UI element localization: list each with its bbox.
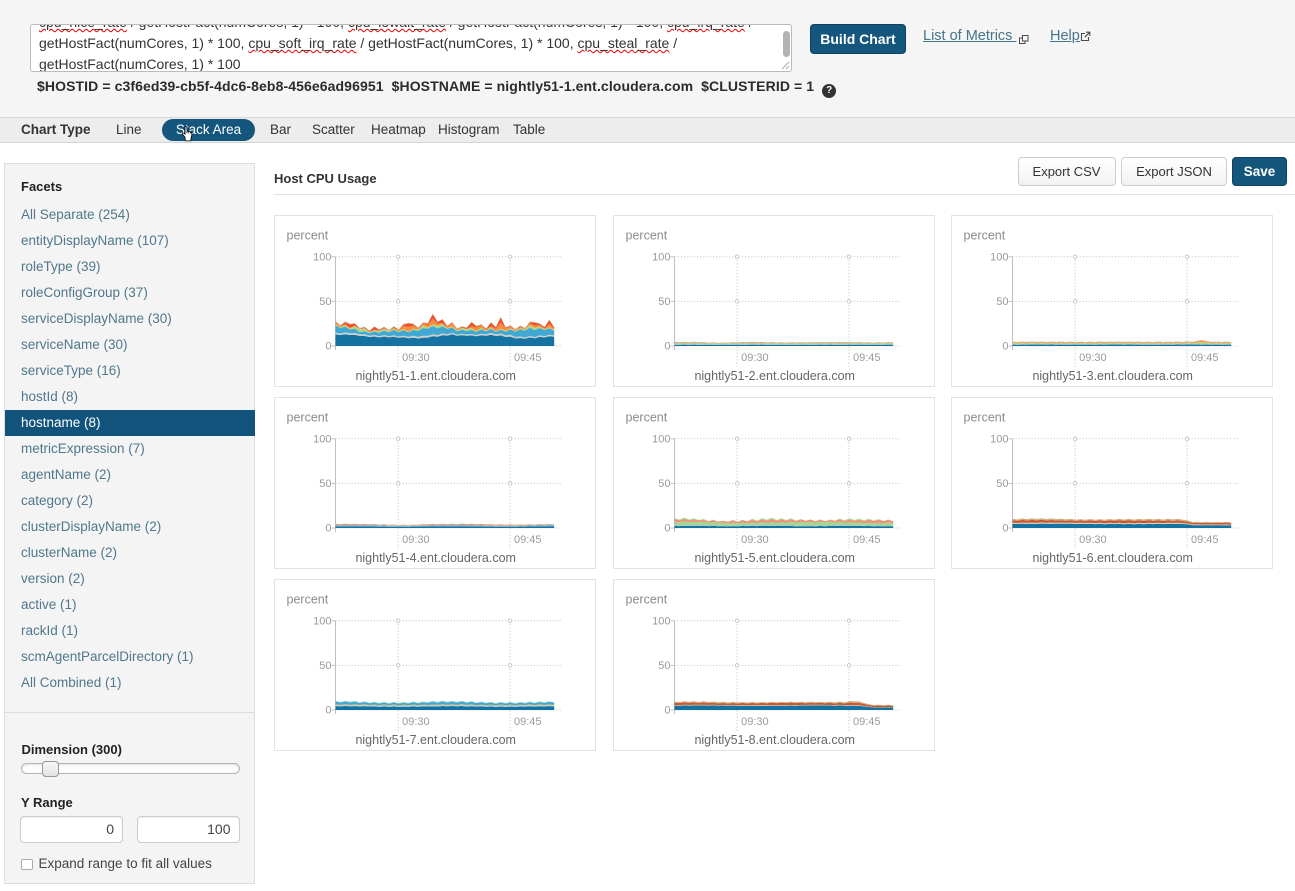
svg-text:100: 100: [652, 433, 670, 445]
svg-text:50: 50: [658, 296, 670, 308]
svg-text:09:30: 09:30: [741, 534, 769, 546]
svg-text:percent: percent: [963, 410, 1005, 424]
svg-text:100: 100: [313, 433, 331, 445]
svg-text:50: 50: [320, 478, 332, 490]
svg-text:percent: percent: [287, 410, 329, 424]
svg-text:09:30: 09:30: [1079, 352, 1107, 364]
svg-text:nightly51-6.ent.cloudera.com: nightly51-6.ent.cloudera.com: [1032, 551, 1193, 565]
svg-text:100: 100: [652, 615, 670, 627]
svg-text:50: 50: [320, 296, 332, 308]
svg-text:50: 50: [658, 478, 670, 490]
svg-text:09:30: 09:30: [1079, 534, 1107, 546]
svg-text:percent: percent: [625, 410, 667, 424]
svg-text:0: 0: [664, 341, 670, 353]
svg-text:09:45: 09:45: [1191, 534, 1219, 546]
svg-text:09:30: 09:30: [741, 715, 769, 727]
svg-text:09:45: 09:45: [1191, 352, 1219, 364]
svg-text:100: 100: [313, 251, 331, 263]
svg-text:0: 0: [1002, 522, 1008, 534]
svg-text:nightly51-5.ent.cloudera.com: nightly51-5.ent.cloudera.com: [694, 551, 855, 565]
svg-text:nightly51-7.ent.cloudera.com: nightly51-7.ent.cloudera.com: [356, 733, 517, 747]
svg-text:09:45: 09:45: [853, 352, 881, 364]
svg-text:nightly51-4.ent.cloudera.com: nightly51-4.ent.cloudera.com: [356, 551, 517, 565]
svg-text:percent: percent: [287, 229, 329, 243]
svg-text:0: 0: [326, 341, 332, 353]
svg-text:percent: percent: [287, 592, 329, 606]
svg-text:100: 100: [990, 433, 1008, 445]
svg-text:100: 100: [313, 615, 331, 627]
svg-text:09:45: 09:45: [514, 352, 542, 364]
svg-text:0: 0: [326, 522, 332, 534]
svg-text:nightly51-2.ent.cloudera.com: nightly51-2.ent.cloudera.com: [694, 369, 855, 383]
svg-text:percent: percent: [625, 229, 667, 243]
svg-text:09:45: 09:45: [853, 534, 881, 546]
svg-text:50: 50: [320, 659, 332, 671]
svg-text:100: 100: [652, 251, 670, 263]
svg-text:percent: percent: [963, 229, 1005, 243]
svg-text:50: 50: [996, 478, 1008, 490]
svg-text:09:30: 09:30: [402, 352, 430, 364]
svg-text:50: 50: [658, 659, 670, 671]
svg-text:nightly51-8.ent.cloudera.com: nightly51-8.ent.cloudera.com: [694, 733, 855, 747]
svg-text:percent: percent: [625, 592, 667, 606]
svg-text:0: 0: [664, 522, 670, 534]
svg-text:0: 0: [326, 704, 332, 716]
svg-text:nightly51-1.ent.cloudera.com: nightly51-1.ent.cloudera.com: [356, 369, 517, 383]
svg-text:09:45: 09:45: [853, 715, 881, 727]
svg-text:09:45: 09:45: [514, 534, 542, 546]
svg-text:0: 0: [1002, 341, 1008, 353]
svg-text:09:30: 09:30: [402, 715, 430, 727]
svg-text:0: 0: [664, 704, 670, 716]
svg-text:09:45: 09:45: [514, 715, 542, 727]
svg-text:100: 100: [990, 251, 1008, 263]
svg-text:09:30: 09:30: [741, 352, 769, 364]
svg-text:09:30: 09:30: [402, 534, 430, 546]
svg-text:nightly51-3.ent.cloudera.com: nightly51-3.ent.cloudera.com: [1032, 369, 1193, 383]
svg-text:50: 50: [996, 296, 1008, 308]
